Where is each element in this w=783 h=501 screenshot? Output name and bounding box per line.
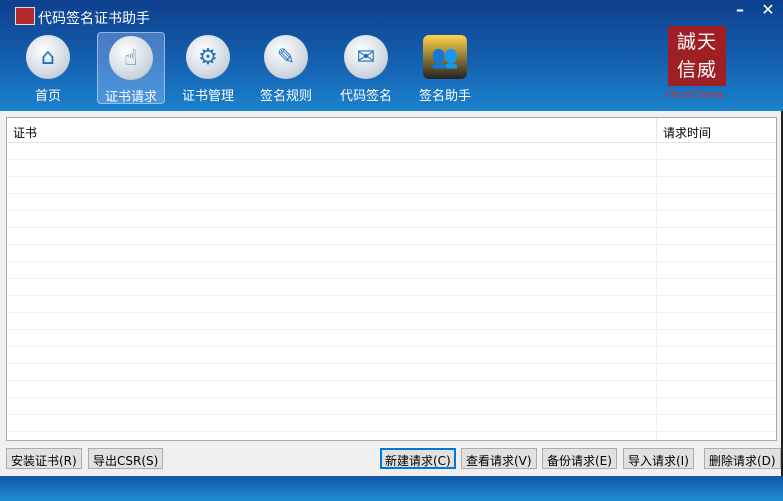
empty-table-row — [7, 432, 776, 440]
nav-label: 签名助手 — [418, 89, 471, 104]
empty-table-row — [7, 194, 776, 211]
empty-table-row — [7, 347, 776, 364]
home-icon: ⌂ — [26, 35, 70, 79]
nav-label: 证书管理 — [181, 89, 234, 104]
install-cert-button[interactable]: 安装证书(R) — [6, 448, 82, 469]
empty-table-row — [7, 296, 776, 313]
column-request-time[interactable]: 请求时间 — [657, 118, 711, 142]
empty-table-row — [7, 398, 776, 415]
nav-sign-assistant[interactable]: 👥 签名助手 — [411, 32, 479, 104]
empty-table-row — [7, 262, 776, 279]
nav-cert-request[interactable]: ☝ 证书请求 — [97, 32, 165, 105]
import-request-button[interactable]: 导入请求(I) — [623, 448, 694, 469]
empty-table-row — [7, 415, 776, 432]
empty-table-row — [7, 177, 776, 194]
footer-bar — [0, 476, 783, 501]
empty-table-row — [7, 160, 776, 177]
brand-subtitle: iTrusChina — [666, 88, 723, 101]
brand-logo: 誠天 信威 — [668, 26, 726, 86]
close-button[interactable]: ✕ — [756, 0, 780, 19]
users-icon: 👥 — [423, 35, 467, 79]
column-cert[interactable]: 证书 — [7, 118, 657, 142]
empty-table-row — [7, 381, 776, 398]
header: 代码签名证书助手 – ✕ ⌂ 首页 ☝ 证书请求 ⚙ 证书管理 ✎ 签名规则 ✉ 代码签名… — [0, 0, 783, 111]
empty-table-row — [7, 313, 776, 330]
view-request-button[interactable]: 查看请求(V) — [461, 448, 537, 469]
nav-label: 签名规则 — [259, 89, 312, 104]
empty-table-row — [7, 245, 776, 262]
empty-table-row — [7, 364, 776, 381]
brand-line: 誠天 — [676, 31, 717, 53]
app-logo-icon — [15, 7, 35, 25]
empty-table-row — [7, 143, 776, 160]
nav-label: 证书请求 — [104, 90, 157, 105]
brand-line: 信威 — [676, 59, 717, 81]
delete-request-button[interactable]: 删除请求(D) — [704, 448, 781, 469]
request-table[interactable]: 证书 请求时间 — [6, 117, 777, 441]
empty-table-row — [7, 228, 776, 245]
table-header: 证书 请求时间 — [7, 118, 776, 143]
minimize-button[interactable]: – — [728, 0, 752, 19]
nav-label: 首页 — [34, 89, 61, 104]
nav-sign-rules[interactable]: ✎ 签名规则 — [252, 32, 320, 104]
table-body — [7, 143, 776, 440]
new-request-button[interactable]: 新建请求(C) — [380, 448, 456, 469]
hand-pointer-icon: ☝ — [109, 36, 153, 80]
empty-table-row — [7, 211, 776, 228]
gear-icon: ⚙ — [186, 35, 230, 79]
nav-home[interactable]: ⌂ 首页 — [14, 32, 82, 104]
nav-label: 代码签名 — [339, 89, 392, 104]
empty-table-row — [7, 279, 776, 296]
export-csr-button[interactable]: 导出CSR(S) — [88, 448, 164, 469]
main-panel: 证书 请求时间 安装证书(R) 导出CSR(S) 新建请求(C) 查看请求(V)… — [0, 111, 783, 476]
certificate-icon: ✉ — [344, 35, 388, 79]
nav-code-sign[interactable]: ✉ 代码签名 — [332, 32, 400, 104]
document-edit-icon: ✎ — [264, 35, 308, 79]
backup-request-button[interactable]: 备份请求(E) — [542, 448, 617, 469]
empty-table-row — [7, 330, 776, 347]
window-title: 代码签名证书助手 — [38, 11, 150, 27]
nav-cert-manage[interactable]: ⚙ 证书管理 — [174, 32, 242, 104]
